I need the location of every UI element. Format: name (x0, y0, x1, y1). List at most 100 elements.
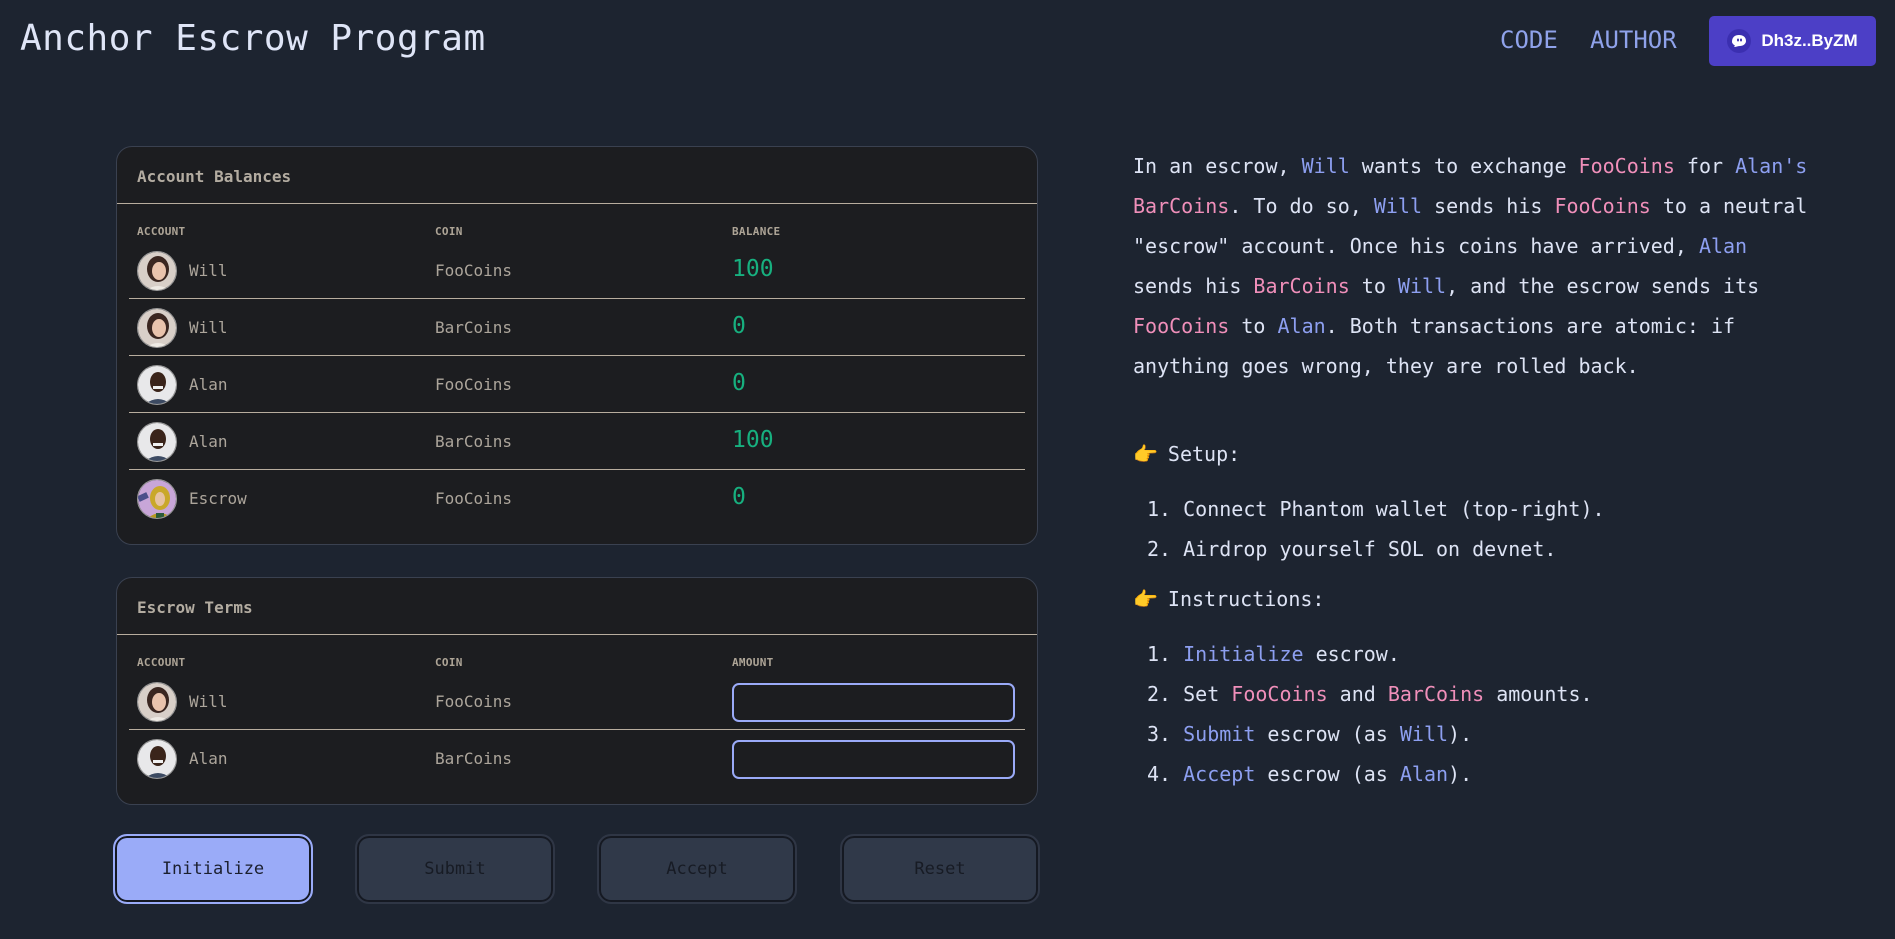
account-name: Will (189, 692, 228, 711)
highlight-coin: BarCoins (1133, 194, 1230, 218)
card-title: Escrow Terms (117, 578, 1037, 635)
table-row: Alan FooCoins 0 (129, 356, 1025, 413)
app-title: Anchor Escrow Program (20, 18, 486, 59)
highlight-coin: FooCoins (1231, 682, 1328, 706)
will-avatar (137, 308, 177, 348)
intro-paragraph: In an escrow, Will wants to exchange Foo… (1133, 146, 1813, 386)
table-row: Will FooCoins 100 (129, 242, 1025, 299)
list-item: 1. Connect Phantom wallet (top-right). (1147, 489, 1813, 529)
highlight-term: Will (1399, 722, 1449, 746)
text-segment: 2. Airdrop yourself SOL on devnet. (1147, 537, 1557, 561)
text-segment: , and the escrow sends its (1446, 274, 1760, 298)
table-row: Alan BarCoins 100 (129, 413, 1025, 470)
text-segment: 1. Connect Phantom wallet (top-right). (1147, 497, 1605, 521)
list-item: 4. Accept escrow (as Alan). (1147, 754, 1813, 794)
table-row: Will BarCoins 0 (129, 299, 1025, 356)
account-name: Escrow (189, 489, 247, 508)
text-segment: . To do so, (1229, 194, 1374, 218)
column-header-coin: COIN (435, 225, 463, 238)
balance-value: 100 (732, 427, 774, 453)
nav-author-link[interactable]: AUTHOR (1590, 26, 1677, 54)
text-segment: for (1674, 154, 1736, 178)
instruction-steps-list: 1. Initialize escrow. 2. Set FooCoins and… (1133, 634, 1813, 794)
highlight-term: Will (1301, 154, 1350, 178)
list-item: 2. Set FooCoins and BarCoins amounts. (1147, 674, 1813, 714)
highlight-coin: FooCoins (1578, 154, 1675, 178)
wallet-button[interactable]: Dh3z..ByZM (1709, 16, 1876, 66)
column-header-account: ACCOUNT (137, 225, 186, 238)
text-segment: 2. Set (1147, 682, 1232, 706)
setup-heading-label: Setup: (1167, 442, 1241, 466)
coin-name: FooCoins (435, 692, 513, 711)
highlight-term: Will (1397, 274, 1447, 298)
column-header-coin: COIN (435, 656, 463, 669)
table-row: Escrow FooCoins 0 (129, 470, 1025, 527)
highlight-term: Accept (1183, 762, 1256, 786)
list-item: 3. Submit escrow (as Will). (1147, 714, 1813, 754)
highlight-term: Alan (1399, 762, 1449, 786)
wallet-address: Dh3z..ByZM (1761, 31, 1858, 50)
amount-input-alan[interactable] (732, 740, 1015, 779)
balance-value: 0 (732, 484, 746, 510)
account-name: Will (189, 261, 228, 280)
setup-steps-list: 1. Connect Phantom wallet (top-right). 2.… (1133, 489, 1813, 569)
account-name: Will (189, 318, 228, 337)
highlight-term: Will (1373, 194, 1422, 218)
nav-code-link[interactable]: CODE (1500, 26, 1558, 54)
text-segment: ). (1448, 762, 1473, 786)
will-avatar (137, 251, 177, 291)
highlight-coin: BarCoins (1253, 274, 1350, 298)
phantom-ghost-icon (1727, 29, 1752, 53)
highlight-term: Alan's (1735, 154, 1808, 178)
coin-name: FooCoins (435, 375, 513, 394)
account-name: Alan (189, 375, 228, 394)
pointing-hand-icon: 👉 (1133, 587, 1158, 611)
text-segment: escrow. (1303, 642, 1400, 666)
coin-name: FooCoins (435, 489, 513, 508)
instructions-heading-label: Instructions: (1167, 587, 1325, 611)
account-name: Alan (189, 432, 228, 451)
submit-button[interactable]: Submit (355, 834, 555, 904)
highlight-coin: FooCoins (1133, 314, 1230, 338)
text-segment: escrow (as (1255, 762, 1400, 786)
text-segment: and (1327, 682, 1388, 706)
highlight-coin: BarCoins (1387, 682, 1485, 706)
setup-heading: 👉 Setup: (1133, 434, 1813, 474)
text-segment: sends his (1422, 194, 1555, 218)
text-segment: 3. (1147, 722, 1184, 746)
list-item: 2. Airdrop yourself SOL on devnet. (1147, 529, 1813, 569)
text-segment: wants to exchange (1349, 154, 1579, 178)
highlight-term: Alan (1277, 314, 1326, 338)
highlight-coin: FooCoins (1554, 194, 1651, 218)
highlight-term: Alan (1698, 234, 1748, 258)
header: Anchor Escrow Program CODE AUTHOR Dh3z..… (0, 0, 1895, 82)
table-row: Will FooCoins (129, 673, 1025, 730)
coin-name: FooCoins (435, 261, 513, 280)
account-name: Alan (189, 749, 228, 768)
balance-value: 0 (732, 370, 746, 396)
card-title: Account Balances (117, 147, 1037, 204)
accept-button[interactable]: Accept (597, 834, 797, 904)
balance-value: 0 (732, 313, 746, 339)
will-avatar (137, 682, 177, 722)
coin-name: BarCoins (435, 432, 513, 451)
list-item: 1. Initialize escrow. (1147, 634, 1813, 674)
highlight-term: Initialize (1183, 642, 1304, 666)
text-segment: 1. (1147, 642, 1184, 666)
initialize-button[interactable]: Initialize (113, 834, 313, 904)
pointing-hand-icon: 👉 (1133, 442, 1158, 466)
table-row: Alan BarCoins (129, 730, 1025, 787)
alan-avatar (137, 739, 177, 779)
text-segment: escrow (as (1255, 722, 1400, 746)
alan-avatar (137, 422, 177, 462)
column-header-account: ACCOUNT (137, 656, 186, 669)
reset-button[interactable]: Reset (840, 834, 1040, 904)
coin-name: BarCoins (435, 749, 513, 768)
amount-input-will[interactable] (732, 683, 1015, 722)
text-segment: In an escrow, (1133, 154, 1302, 178)
text-segment: sends his (1133, 274, 1254, 298)
text-segment: to (1349, 274, 1398, 298)
column-header-balance: BALANCE (732, 225, 781, 238)
highlight-term: Submit (1183, 722, 1256, 746)
balance-value: 100 (732, 256, 774, 282)
